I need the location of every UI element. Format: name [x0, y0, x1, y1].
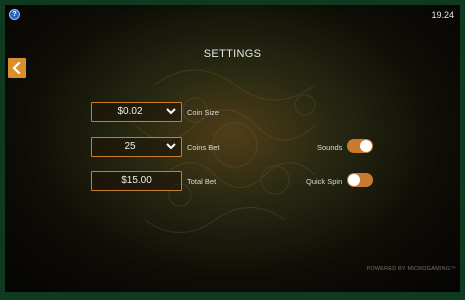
total-bet-value: $15.00 [121, 175, 152, 186]
sounds-toggle-knob [360, 140, 372, 152]
chevron-down-icon [166, 108, 176, 115]
total-bet-display: $15.00 [91, 171, 182, 191]
footer-credit: POWERED BY MICROGAMING™ [366, 266, 456, 272]
chevron-left-icon [12, 62, 21, 74]
coins-bet-dropdown[interactable]: 25 [91, 137, 182, 157]
quick-spin-label: Quick Spin [306, 177, 343, 186]
sounds-label: Sounds [317, 143, 343, 152]
clock: 19.24 [431, 10, 454, 20]
game-frame: ? 19.24 SETTINGS $0.02 Coin Size 25 Coin… [5, 5, 460, 292]
sounds-toggle[interactable] [347, 139, 373, 153]
chevron-down-icon [166, 143, 176, 150]
coin-size-dropdown[interactable]: $0.02 [91, 102, 182, 122]
coin-size-label: Coin Size [187, 108, 220, 117]
back-button[interactable] [8, 58, 26, 78]
quick-spin-toggle-knob [348, 174, 360, 186]
help-icon[interactable]: ? [9, 9, 20, 20]
coins-bet-label: Coins Bet [187, 143, 220, 152]
coins-bet-value: 25 [124, 141, 136, 152]
page-title: SETTINGS [203, 48, 262, 60]
coin-size-value: $0.02 [117, 106, 143, 117]
total-bet-label: Total Bet [187, 177, 217, 186]
quick-spin-toggle[interactable] [347, 173, 373, 187]
